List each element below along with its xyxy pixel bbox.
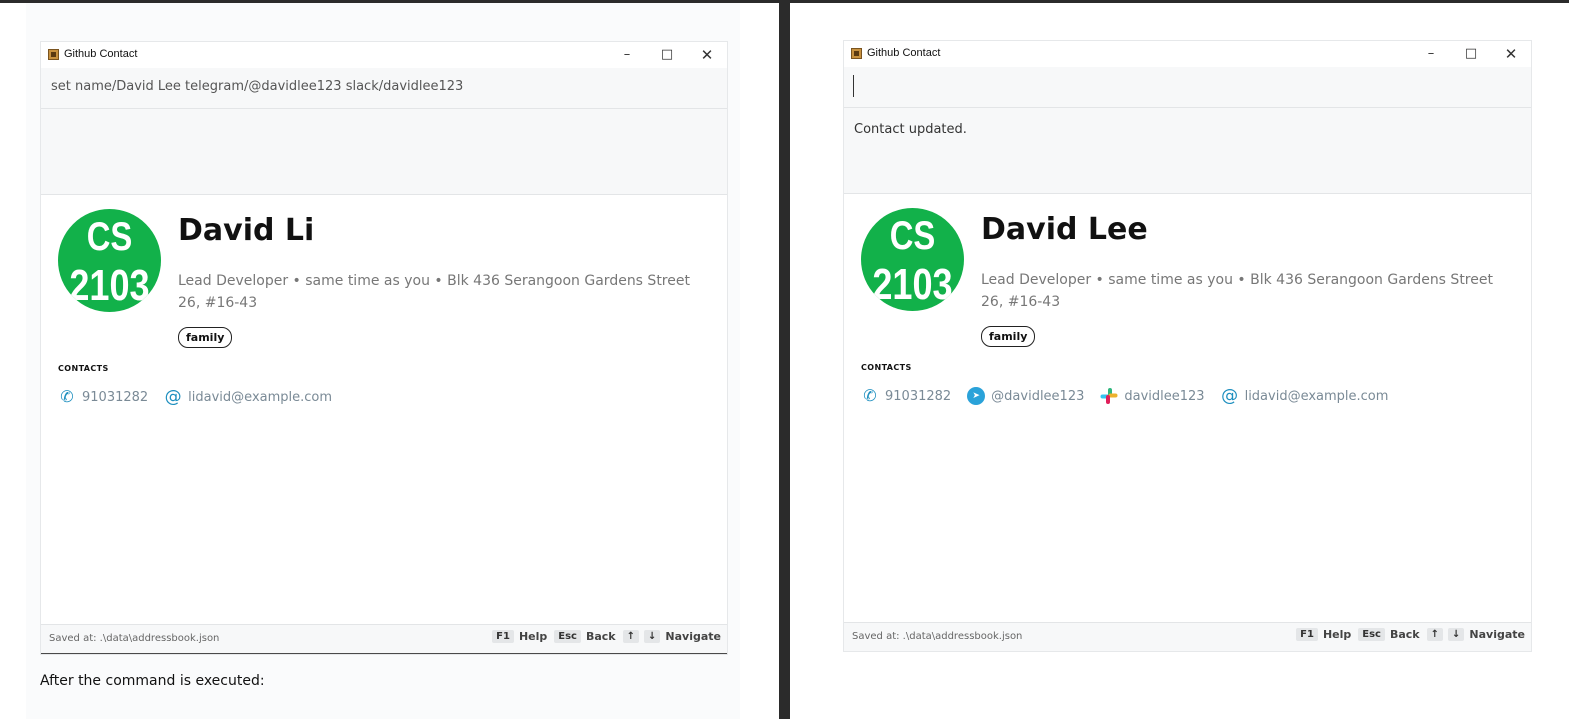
contacts-list: ✆ 91031282 ➤ @davidlee123 davidlee123 @ … — [861, 386, 1404, 406]
key-down: ↓ — [1448, 628, 1465, 641]
help-label[interactable]: Help — [1323, 628, 1351, 641]
close-button[interactable]: ✕ — [687, 43, 727, 67]
app-icon — [851, 48, 862, 59]
help-label[interactable]: Help — [519, 630, 547, 643]
close-button[interactable]: ✕ — [1491, 42, 1531, 66]
title-bar: Github Contact – □ ✕ — [844, 41, 1531, 67]
title-bar: Github Contact – □ ✕ — [41, 42, 727, 68]
tag-badge: family — [178, 327, 233, 348]
right-panel: Github Contact – □ ✕ Contact updated. CS… — [801, 3, 1569, 719]
shortcut-hints: F1 Help Esc Back ↑ ↓ Navigate — [1296, 628, 1525, 641]
contact-telegram[interactable]: ➤ @davidlee123 — [967, 387, 1084, 405]
contact-phone[interactable]: ✆ 91031282 — [58, 388, 148, 406]
maximize-button[interactable]: □ — [1451, 42, 1491, 66]
avatar: CS 2103 — [58, 209, 161, 312]
status-bar: Saved at: .\data\addressbook.json F1 Hel… — [844, 622, 1531, 651]
contact-name: David Li — [178, 213, 315, 248]
at-icon: @ — [164, 387, 182, 407]
command-input[interactable] — [844, 67, 1531, 108]
status-bar: Saved at: .\data\addressbook.json F1 Hel… — [41, 624, 727, 654]
tag-badge: family — [981, 326, 1036, 347]
text-caret — [853, 75, 854, 97]
left-panel: Github Contact – □ ✕ set name/David Lee … — [26, 3, 740, 719]
avatar-line-1: CS — [86, 215, 133, 259]
contact-email-text: lidavid@example.com — [188, 389, 333, 405]
phone-icon: ✆ — [863, 386, 877, 405]
avatar-line-2: 2103 — [69, 261, 150, 310]
contact-phone[interactable]: ✆ 91031282 — [861, 387, 951, 405]
key-up: ↑ — [622, 630, 640, 643]
result-text: Contact updated. — [854, 122, 967, 137]
key-esc: Esc — [554, 630, 581, 643]
contact-slack-text: davidlee123 — [1124, 388, 1205, 404]
contacts-list: ✆ 91031282 @ lidavid@example.com — [58, 387, 348, 407]
minimize-button[interactable]: – — [1411, 42, 1451, 66]
window-title: Github Contact — [867, 47, 941, 59]
avatar: CS 2103 — [861, 208, 964, 311]
contact-phone-text: 91031282 — [885, 388, 952, 404]
key-f1: F1 — [492, 630, 514, 643]
key-esc: Esc — [1358, 628, 1385, 641]
contact-email[interactable]: @ lidavid@example.com — [1221, 386, 1389, 406]
contact-description: Lead Developer • same time as you • Blk … — [178, 273, 690, 311]
contact-email[interactable]: @ lidavid@example.com — [164, 388, 332, 406]
contacts-header: CONTACTS — [861, 363, 912, 372]
contact-phone-text: 91031282 — [82, 389, 149, 405]
result-display — [41, 109, 727, 195]
saved-path: Saved at: .\data\addressbook.json — [49, 633, 220, 644]
avatar-line-1: CS — [889, 214, 936, 258]
contact-description: Lead Developer • same time as you • Blk … — [981, 272, 1493, 310]
command-text: set name/David Lee telegram/@davidlee123… — [51, 79, 464, 94]
key-f1: F1 — [1296, 628, 1318, 641]
maximize-button[interactable]: □ — [647, 43, 687, 67]
shortcut-hints: F1 Help Esc Back ↑ ↓ Navigate — [492, 630, 721, 643]
contact-slack[interactable]: davidlee123 — [1100, 387, 1205, 405]
slack-icon — [1100, 387, 1118, 405]
avatar-line-2: 2103 — [872, 260, 953, 309]
contact-telegram-text: @davidlee123 — [991, 388, 1085, 404]
at-icon: @ — [1221, 386, 1239, 406]
command-input[interactable]: set name/David Lee telegram/@davidlee123… — [41, 68, 727, 109]
key-up: ↑ — [1426, 628, 1444, 641]
telegram-icon: ➤ — [967, 387, 986, 405]
back-label[interactable]: Back — [1390, 628, 1420, 641]
contact-email-text: lidavid@example.com — [1244, 388, 1389, 404]
contact-name: David Lee — [981, 212, 1148, 247]
back-label[interactable]: Back — [586, 630, 616, 643]
contacts-header: CONTACTS — [58, 364, 109, 373]
navigate-label[interactable]: Navigate — [665, 630, 721, 643]
navigate-label[interactable]: Navigate — [1469, 628, 1525, 641]
app-icon — [48, 49, 59, 60]
caption: After the command is executed: — [40, 673, 265, 689]
phone-icon: ✆ — [60, 387, 74, 406]
app-window-after: Github Contact – □ ✕ Contact updated. CS… — [843, 40, 1532, 652]
result-display: Contact updated. — [844, 108, 1531, 194]
minimize-button[interactable]: – — [607, 43, 647, 67]
saved-path: Saved at: .\data\addressbook.json — [852, 631, 1023, 642]
window-title: Github Contact — [64, 48, 138, 60]
app-window-before: Github Contact – □ ✕ set name/David Lee … — [40, 41, 728, 655]
key-down: ↓ — [644, 630, 661, 643]
panel-divider — [779, 0, 790, 719]
